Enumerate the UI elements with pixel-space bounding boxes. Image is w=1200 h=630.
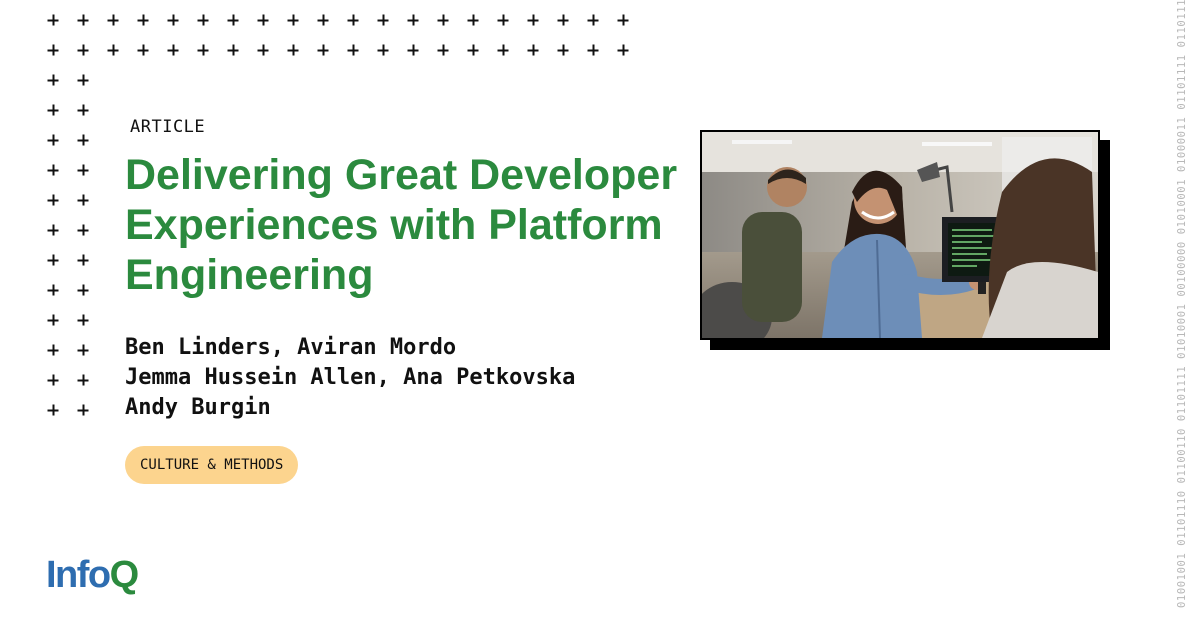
plus-mark	[257, 14, 269, 26]
plus-mark	[47, 164, 59, 176]
plus-mark	[47, 404, 59, 416]
plus-mark	[77, 194, 89, 206]
plus-mark	[47, 314, 59, 326]
plus-mark	[467, 14, 479, 26]
plus-mark	[257, 44, 269, 56]
plus-mark	[77, 164, 89, 176]
plus-mark	[347, 44, 359, 56]
plus-mark	[287, 44, 299, 56]
plus-mark	[467, 44, 479, 56]
plus-mark	[317, 44, 329, 56]
plus-mark	[47, 74, 59, 86]
plus-mark	[557, 14, 569, 26]
plus-mark	[47, 344, 59, 356]
plus-mark	[437, 14, 449, 26]
plus-mark	[587, 14, 599, 26]
plus-mark	[557, 44, 569, 56]
plus-mark	[77, 224, 89, 236]
plus-mark	[107, 14, 119, 26]
article-title[interactable]: Delivering Great Developer Experiences w…	[125, 150, 695, 300]
plus-mark	[527, 14, 539, 26]
logo-text-info: Info	[46, 554, 111, 596]
title-line: Delivering Great Developer	[125, 151, 678, 199]
plus-mark	[377, 44, 389, 56]
plus-mark	[47, 374, 59, 386]
plus-mark	[77, 44, 89, 56]
plus-mark	[617, 14, 629, 26]
infoq-logo[interactable]: InfoQ	[46, 553, 140, 597]
plus-mark	[497, 44, 509, 56]
plus-mark	[107, 44, 119, 56]
plus-mark	[227, 44, 239, 56]
plus-mark	[197, 14, 209, 26]
content-type-label: ARTICLE	[130, 117, 206, 137]
plus-mark	[77, 344, 89, 356]
plus-mark	[167, 14, 179, 26]
title-line: Engineering	[125, 251, 374, 299]
plus-mark	[407, 44, 419, 56]
plus-mark	[437, 44, 449, 56]
category-tag[interactable]: CULTURE & METHODS	[125, 446, 299, 484]
plus-mark	[197, 44, 209, 56]
title-line: Experiences with Platform	[125, 201, 663, 249]
plus-mark	[77, 74, 89, 86]
plus-mark	[47, 194, 59, 206]
plus-mark	[47, 134, 59, 146]
article-photo	[700, 130, 1100, 340]
plus-mark	[77, 134, 89, 146]
plus-mark	[47, 284, 59, 296]
plus-mark	[587, 44, 599, 56]
author-line[interactable]: Jemma Hussein Allen, Ana Petkovska	[125, 363, 575, 393]
author-line[interactable]: Andy Burgin	[125, 393, 575, 423]
logo-text-q: Q	[109, 554, 140, 596]
binary-decoration: 01001001 01101110 01100110 01101111 0101…	[1176, 0, 1188, 608]
plus-mark	[77, 374, 89, 386]
plus-mark	[377, 14, 389, 26]
plus-mark	[77, 254, 89, 266]
plus-mark	[137, 14, 149, 26]
plus-mark	[287, 14, 299, 26]
plus-mark	[347, 14, 359, 26]
plus-mark	[77, 104, 89, 116]
plus-mark	[47, 14, 59, 26]
plus-mark	[317, 14, 329, 26]
plus-mark	[137, 44, 149, 56]
plus-mark	[47, 254, 59, 266]
plus-mark	[77, 404, 89, 416]
plus-mark	[167, 44, 179, 56]
plus-mark	[407, 14, 419, 26]
author-list: Ben Linders, Aviran Mordo Jemma Hussein …	[125, 333, 575, 423]
author-line[interactable]: Ben Linders, Aviran Mordo	[125, 333, 575, 363]
plus-mark	[47, 104, 59, 116]
plus-mark	[77, 284, 89, 296]
plus-mark	[227, 14, 239, 26]
plus-mark	[617, 44, 629, 56]
plus-mark	[47, 44, 59, 56]
plus-mark	[527, 44, 539, 56]
plus-mark	[77, 14, 89, 26]
plus-mark	[47, 224, 59, 236]
plus-mark	[497, 14, 509, 26]
plus-mark	[77, 314, 89, 326]
